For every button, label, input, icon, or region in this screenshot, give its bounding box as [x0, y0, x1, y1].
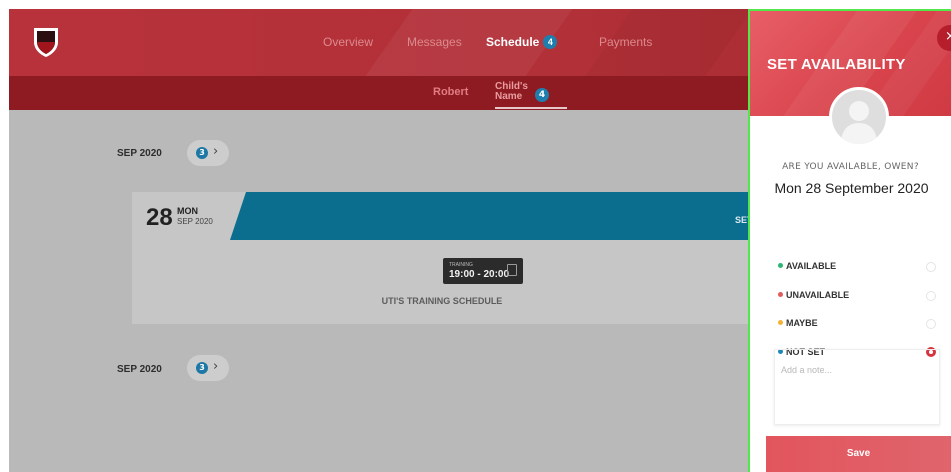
option-maybe[interactable]: MAYBE: [778, 318, 818, 328]
active-tab-underline: [495, 107, 567, 109]
schedule-count-badge: 4: [543, 35, 558, 49]
radio-maybe[interactable]: [926, 319, 936, 329]
status-dot-icon: [778, 320, 783, 325]
month-heading: SEP 2020: [117, 148, 162, 159]
event-time-chip: TRAINING 19:00 - 20:00: [443, 258, 523, 284]
availability-question: ARE YOU AVAILABLE, OWEN?: [782, 162, 919, 172]
status-dot-icon: [778, 263, 783, 268]
month-heading: SEP 2020: [117, 364, 162, 375]
nav-overview[interactable]: Overview: [323, 35, 373, 49]
nav-payments[interactable]: Payments: [599, 35, 652, 49]
status-dot-icon: [778, 292, 783, 297]
chevron-right-icon: ›: [213, 359, 219, 374]
save-button[interactable]: Save: [766, 436, 951, 472]
avatar: [829, 87, 889, 147]
event-type-label: TRAINING: [449, 262, 473, 268]
option-label: UNAVAILABLE: [786, 290, 850, 300]
note-textarea[interactable]: Add a note...: [774, 349, 940, 425]
availability-panel: SET AVAILABILITY × ARE YOU AVAILABLE, OW…: [748, 9, 951, 472]
radio-unavailable[interactable]: [926, 291, 936, 301]
event-weekday: MON: [177, 206, 198, 216]
month-event-count: 3: [196, 147, 208, 159]
event-card[interactable]: 28 MON SEP 2020 SET TRAINING 19:00 - 20:…: [132, 192, 753, 324]
panel-title: SET AVAILABILITY: [767, 56, 906, 73]
option-unavailable[interactable]: UNAVAILABLE: [778, 290, 850, 300]
month-expand-button[interactable]: 3 ›: [187, 140, 229, 166]
option-label: MAYBE: [786, 318, 818, 328]
event-time: 19:00 - 20:00: [449, 269, 510, 280]
nav-schedule[interactable]: Schedule 4: [486, 35, 558, 49]
child-tab-childs-name[interactable]: Child's Name: [495, 82, 528, 102]
clipboard-icon: [507, 264, 517, 276]
radio-available[interactable]: [926, 262, 936, 272]
event-month-year: SEP 2020: [177, 217, 213, 226]
event-title: UTI'S TRAINING SCHEDULE: [381, 296, 503, 306]
child-tab-count-badge: 4: [535, 88, 549, 102]
note-placeholder: Add a note...: [781, 365, 833, 375]
month-event-count: 3: [196, 362, 208, 374]
child-tab-robert[interactable]: Robert: [433, 86, 468, 98]
option-label: AVAILABLE: [786, 261, 837, 271]
user-silhouette-icon: [841, 101, 877, 144]
event-full-date: Mon 28 September 2020: [774, 180, 929, 196]
child-tab-label-line2: Name: [495, 91, 523, 102]
chevron-right-icon: ›: [213, 144, 219, 159]
nav-schedule-label: Schedule: [486, 35, 540, 49]
month-expand-button[interactable]: 3 ›: [187, 355, 229, 381]
nav-messages[interactable]: Messages: [407, 35, 462, 49]
event-day-number: 28: [146, 204, 173, 231]
event-date-notch: [230, 192, 246, 240]
option-available[interactable]: AVAILABLE: [778, 261, 837, 271]
club-shield-logo-icon[interactable]: [31, 25, 61, 58]
